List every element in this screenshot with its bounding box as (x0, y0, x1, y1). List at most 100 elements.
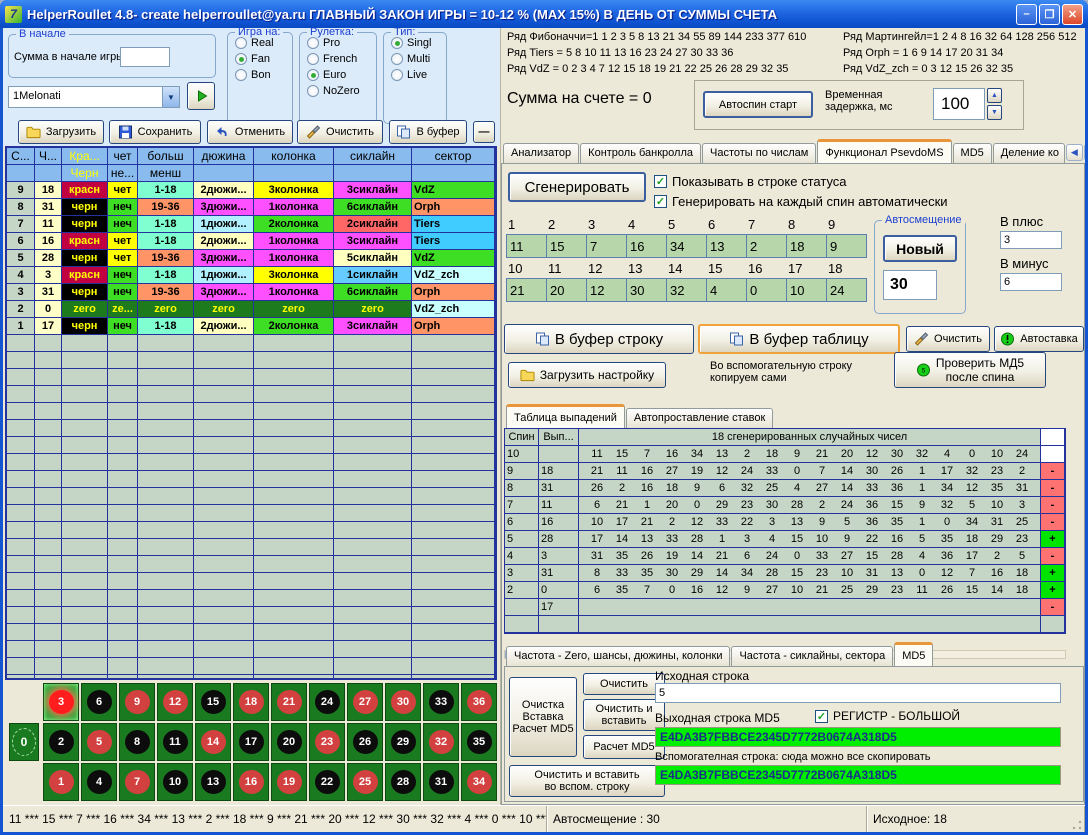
empty-cell[interactable] (7, 488, 35, 505)
table-cell[interactable]: 1-18 (138, 233, 194, 250)
table-header[interactable]: дюжина (194, 148, 254, 165)
table-cell[interactable]: неч (108, 284, 138, 301)
empty-cell[interactable] (138, 607, 194, 624)
table-header[interactable] (35, 165, 62, 182)
table-header[interactable]: чет (108, 148, 138, 165)
empty-cell[interactable] (7, 403, 35, 420)
row-number-cell[interactable]: 8 (7, 199, 35, 216)
table-cell[interactable]: Orph (412, 284, 495, 301)
tab-scroll-right-icon[interactable]: ▶ (1084, 144, 1085, 161)
spin-cell[interactable]: 7 (505, 497, 539, 514)
empty-cell[interactable] (194, 369, 254, 386)
hit-number-cell[interactable]: 28 (35, 250, 62, 267)
checkbox-checked-icon[interactable]: ✓ (815, 710, 828, 723)
board-cell-28[interactable]: 28 (385, 763, 421, 801)
hit-cell[interactable]: 0 (539, 582, 579, 599)
spin-cell[interactable]: 8 (505, 480, 539, 497)
empty-cell[interactable] (7, 386, 35, 403)
table-cell[interactable]: неч (108, 216, 138, 233)
numbers-cell[interactable]: 833353029143428152310311301271618 (579, 565, 1041, 582)
table-cell[interactable]: 3сиклайн (334, 233, 412, 250)
empty-cell[interactable] (254, 471, 334, 488)
board-cell-31[interactable]: 31 (423, 763, 459, 801)
empty-cell[interactable] (62, 590, 108, 607)
empty-cell[interactable] (35, 539, 62, 556)
board-cell-25[interactable]: 25 (347, 763, 383, 801)
empty-cell[interactable] (7, 573, 35, 590)
empty-cell[interactable] (7, 607, 35, 624)
uppercase-check[interactable]: ✓ РЕГИСТР - БОЛЬШОЙ (815, 709, 960, 723)
board-cell-36[interactable]: 36 (461, 683, 497, 721)
empty-cell[interactable] (254, 556, 334, 573)
empty-cell[interactable] (334, 624, 412, 641)
radio-option-euro[interactable]: Euro (307, 69, 376, 81)
spins-table[interactable]: СпинВып...18 сгенерированных случайных ч… (504, 428, 1066, 634)
numbers-cell[interactable]: 3135261914216240332715284361725 (579, 548, 1041, 565)
hit-number-cell[interactable]: 11 (35, 216, 62, 233)
table-cell[interactable]: 2колонка (254, 216, 334, 233)
numbers-cell[interactable]: 21111627191224330714302611732232 (579, 463, 1041, 480)
table-cell[interactable]: 1колонка (254, 250, 334, 267)
empty-cell[interactable] (108, 403, 138, 420)
table-cell[interactable]: 1-18 (138, 182, 194, 199)
hit-cell[interactable] (539, 446, 579, 463)
radio-icon[interactable] (235, 69, 247, 81)
board-cell-9[interactable]: 9 (119, 683, 155, 721)
table-header[interactable]: Черн (62, 165, 108, 182)
gen-value[interactable]: 7 (586, 234, 627, 258)
empty-cell[interactable] (334, 352, 412, 369)
empty-cell[interactable] (254, 573, 334, 590)
board-cell-18[interactable]: 18 (233, 683, 269, 721)
table-header[interactable]: колонка (254, 148, 334, 165)
empty-cell[interactable] (108, 658, 138, 675)
row-number-cell[interactable]: 3 (7, 284, 35, 301)
empty-cell[interactable] (35, 590, 62, 607)
empty-cell[interactable] (334, 488, 412, 505)
tab-main-3[interactable]: Функционал PsevdoMS (817, 139, 951, 163)
empty-cell[interactable] (7, 624, 35, 641)
board-cell-27[interactable]: 27 (347, 683, 383, 721)
board-cell-10[interactable]: 10 (157, 763, 193, 801)
empty-cell[interactable] (62, 573, 108, 590)
table-cell[interactable]: 1колонка (254, 199, 334, 216)
empty-cell[interactable] (138, 369, 194, 386)
empty-cell[interactable] (108, 590, 138, 607)
tab-bottom-0[interactable]: Частота - Zero, шансы, дюжины, колонки (506, 646, 730, 666)
hit-cell[interactable]: 28 (539, 531, 579, 548)
mark-cell[interactable]: - (1041, 497, 1065, 514)
empty-cell[interactable] (35, 488, 62, 505)
empty-cell[interactable] (138, 658, 194, 675)
empty-cell[interactable] (334, 539, 412, 556)
empty-cell[interactable] (35, 386, 62, 403)
table-cell[interactable]: 3дюжи... (194, 284, 254, 301)
empty-cell[interactable] (138, 556, 194, 573)
tab-main-2[interactable]: Частоты по числам (702, 143, 816, 163)
md5-all-button[interactable]: Очистка Вставка Расчет MD5 (509, 677, 577, 757)
empty-cell[interactable] (334, 403, 412, 420)
table-cell[interactable]: 19-36 (138, 284, 194, 301)
empty-cell[interactable] (194, 573, 254, 590)
tab-inner-1[interactable]: Автопроставление ставок (626, 408, 773, 428)
empty-cell[interactable] (412, 539, 495, 556)
spin-cell[interactable]: 10 (505, 446, 539, 463)
empty-cell[interactable] (62, 624, 108, 641)
table-cell[interactable]: VdZ (412, 250, 495, 267)
empty-cell[interactable] (35, 471, 62, 488)
radio-option-fan[interactable]: Fan (235, 53, 292, 65)
table-header[interactable]: сектор (412, 148, 495, 165)
board-cell-33[interactable]: 33 (423, 683, 459, 721)
empty-cell[interactable] (194, 522, 254, 539)
empty-cell[interactable] (412, 335, 495, 352)
hit-number-cell[interactable]: 31 (35, 199, 62, 216)
board-cell-1[interactable]: 1 (43, 763, 79, 801)
spin-cell[interactable]: 9 (505, 463, 539, 480)
empty-cell[interactable] (108, 573, 138, 590)
gen-value[interactable]: 24 (826, 278, 867, 302)
empty-cell[interactable] (35, 624, 62, 641)
empty-cell[interactable] (108, 471, 138, 488)
table-cell[interactable]: 2колонка (254, 318, 334, 335)
empty-cell[interactable] (412, 369, 495, 386)
spin-cell[interactable]: 6 (505, 514, 539, 531)
row-number-cell[interactable]: 7 (7, 216, 35, 233)
table-cell[interactable]: 2дюжи... (194, 318, 254, 335)
